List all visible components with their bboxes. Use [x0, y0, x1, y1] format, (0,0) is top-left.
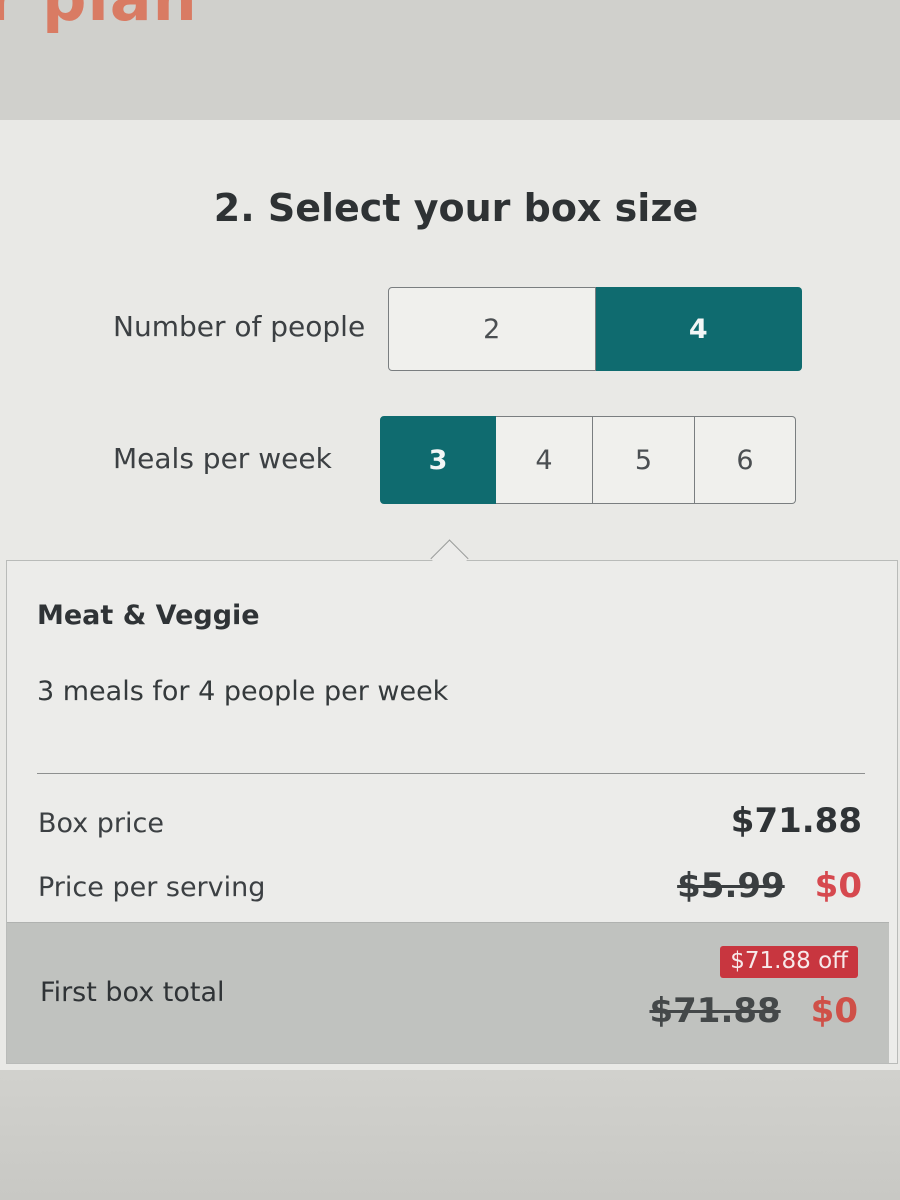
first-box-total-discounted: $0: [810, 991, 858, 1031]
first-box-total-values: $71.88 $0: [649, 991, 858, 1031]
meals-option-3[interactable]: 3: [380, 416, 496, 504]
people-option-2[interactable]: 2: [388, 287, 596, 371]
discount-badge: $71.88 off: [720, 946, 858, 978]
summary-divider: [37, 773, 865, 774]
meals-label: Meals per week: [113, 442, 332, 475]
price-per-serving-original: $5.99: [677, 866, 785, 906]
price-per-serving-label: Price per serving: [38, 872, 266, 903]
price-per-serving-discounted: $0: [814, 866, 862, 906]
first-box-total-label: First box total: [40, 977, 225, 1008]
people-option-4[interactable]: 4: [595, 287, 802, 371]
first-box-total-original: $71.88: [649, 991, 781, 1031]
meals-option-5[interactable]: 5: [593, 416, 695, 504]
meals-selector: 3 4 5 6: [380, 416, 796, 504]
price-per-serving-values: $5.99 $0: [677, 866, 862, 906]
plan-description: 3 meals for 4 people per week: [37, 676, 449, 707]
previous-section-header: r plan: [0, 0, 900, 120]
section-title: 2. Select your box size: [213, 186, 699, 230]
people-selector: 2 4: [388, 287, 802, 371]
box-price-label: Box price: [38, 808, 164, 839]
previous-section-heading: r plan: [0, 0, 198, 35]
people-label: Number of people: [113, 310, 366, 343]
plan-name: Meat & Veggie: [37, 600, 260, 631]
meals-option-4[interactable]: 4: [496, 416, 593, 504]
meals-option-6[interactable]: 6: [695, 416, 796, 504]
box-price-value: $71.88: [730, 801, 862, 841]
